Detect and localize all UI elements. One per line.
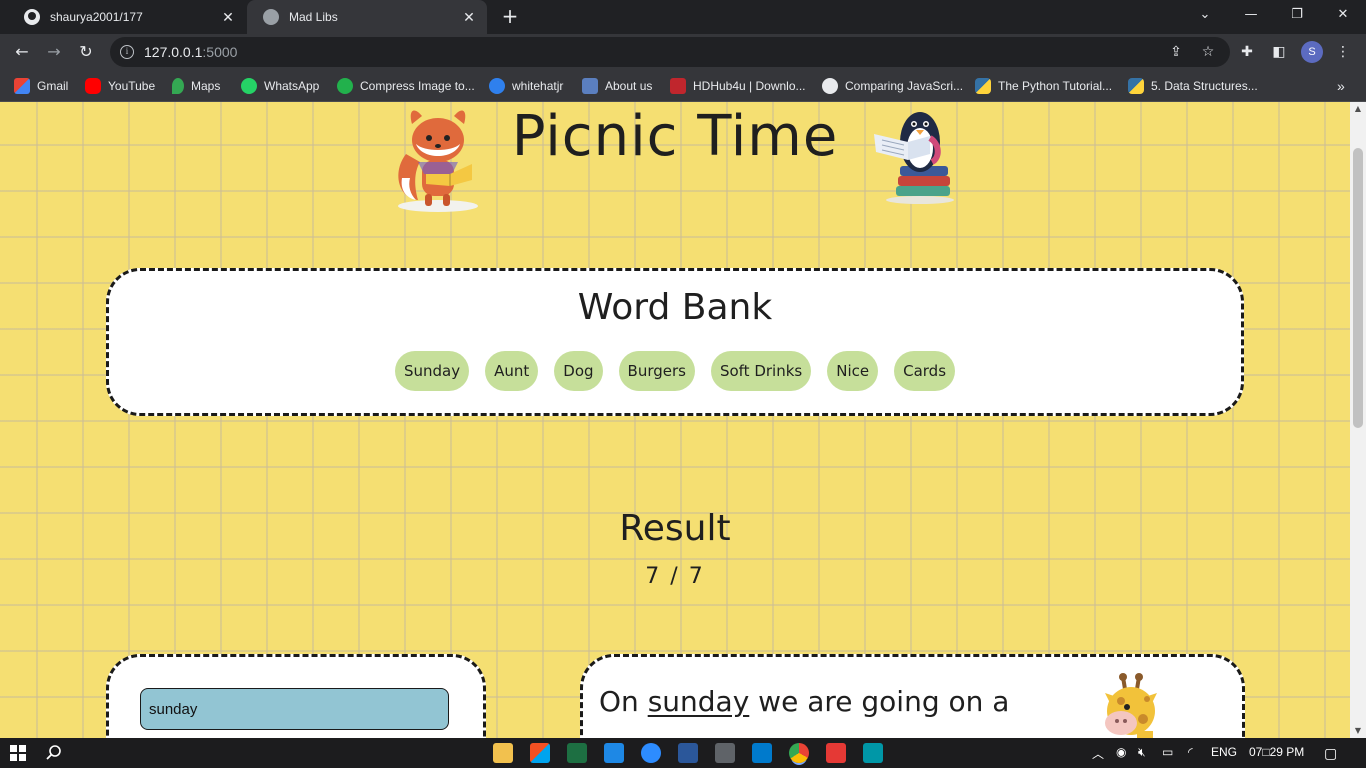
zoom-icon[interactable]	[641, 743, 661, 763]
word-chip: Aunt	[485, 351, 539, 391]
extensions-icon[interactable]: ✚	[1237, 42, 1257, 62]
globe-icon	[822, 78, 838, 94]
tray-chevron-icon[interactable]: ︿	[1092, 745, 1104, 762]
page-scrollbar[interactable]: ▲ ▼	[1350, 102, 1366, 738]
check-icon	[337, 78, 353, 94]
result-score: 7 / 7	[645, 564, 705, 589]
windows-start-icon[interactable]	[10, 745, 26, 761]
penguin-reading-illustration	[874, 112, 954, 204]
bookmark-maps[interactable]: Maps	[172, 76, 220, 96]
word-icon[interactable]	[678, 743, 698, 763]
python-icon	[975, 78, 991, 94]
bookmark-about-us[interactable]: About us	[582, 76, 652, 96]
result-heading: Result	[619, 508, 731, 549]
maps-pin-icon	[172, 78, 184, 94]
tab-strip: shaurya2001/177 ✕ Mad Libs ✕ + ⌄ — ❐ ✕	[0, 0, 1366, 34]
profile-avatar[interactable]: S	[1301, 41, 1323, 63]
word-chip: Nice	[827, 351, 879, 391]
site-info-icon[interactable]: i	[120, 45, 134, 59]
side-panel-icon[interactable]: ◧	[1269, 42, 1289, 62]
bookmark-comparing-javascript[interactable]: Comparing JavaScri...	[822, 76, 963, 96]
excel-icon[interactable]	[567, 743, 587, 763]
site-icon	[582, 78, 598, 94]
word-chip: Burgers	[618, 351, 695, 391]
wifi-icon[interactable]: ◜	[1188, 745, 1193, 759]
tab-github[interactable]: shaurya2001/177 ✕	[8, 0, 246, 34]
restore-icon[interactable]: ❐	[1274, 0, 1320, 30]
vscode-icon[interactable]	[752, 743, 772, 763]
menu-icon[interactable]: ⋮	[1333, 42, 1353, 62]
remote-app-icon[interactable]	[863, 743, 883, 763]
meet-now-icon[interactable]: ◉	[1116, 745, 1126, 759]
browser-toolbar: ← → ↻ i 127.0.0.1:5000 ⇪ ☆ ✚ ◧ ⋮	[0, 34, 1366, 70]
share-icon[interactable]: ⇪	[1166, 42, 1186, 62]
store-icon[interactable]	[530, 743, 550, 763]
tab-mad-libs[interactable]: Mad Libs ✕	[247, 0, 487, 34]
url-text: 127.0.0.1:5000	[144, 44, 238, 60]
scroll-up-icon[interactable]: ▲	[1350, 102, 1366, 116]
bookmark-youtube[interactable]: YouTube	[85, 76, 155, 96]
word-chip: Dog	[554, 351, 603, 391]
forward-icon[interactable]: →	[42, 40, 66, 64]
back-icon[interactable]: ←	[10, 40, 34, 64]
gmail-icon	[14, 78, 30, 94]
word-inputs-card: sunday	[106, 654, 486, 738]
word-bank-heading: Word Bank	[577, 287, 773, 328]
word-input[interactable]: sunday	[140, 688, 449, 730]
windows-taskbar: ︿ ◉ 🔇︎ ▭ ◜ ENG 07□29 PM ▢	[0, 738, 1366, 768]
minimize-icon[interactable]: —	[1228, 0, 1274, 30]
bookmark-data-structures[interactable]: 5. Data Structures...	[1128, 76, 1258, 96]
bookmarks-bar: Gmail YouTube Maps WhatsApp Compress Ima…	[0, 70, 1366, 102]
story-card: On sunday we are going on a	[580, 654, 1245, 738]
volume-muted-icon[interactable]: 🔇︎	[1138, 745, 1146, 760]
file-explorer-icon[interactable]	[493, 743, 513, 763]
language-indicator[interactable]: ENG	[1211, 745, 1237, 759]
bookmark-star-icon[interactable]: ☆	[1198, 42, 1218, 62]
giraffe-illustration	[1105, 673, 1157, 738]
battery-icon[interactable]: ▭	[1162, 745, 1173, 759]
bookmark-python-tutorial[interactable]: The Python Tutorial...	[975, 76, 1112, 96]
close-tab-icon[interactable]: ✕	[461, 9, 477, 26]
close-tab-icon[interactable]: ✕	[220, 9, 236, 26]
python-icon	[1128, 78, 1144, 94]
bookmark-compress-image[interactable]: Compress Image to...	[337, 76, 475, 96]
youtube-icon	[85, 78, 101, 94]
calculator-icon[interactable]	[715, 743, 735, 763]
word-chip: Soft Drinks	[710, 351, 812, 391]
tab-search-icon[interactable]: ⌄	[1182, 0, 1228, 30]
story-text: On sunday we are going on a	[599, 685, 1010, 718]
clock[interactable]: 07□29 PM	[1249, 745, 1304, 759]
bookmark-hdhub4u[interactable]: HDHub4u | Downlo...	[670, 76, 806, 96]
whatsapp-icon	[241, 78, 257, 94]
page-title: Picnic Time	[511, 104, 839, 169]
anydesk-icon[interactable]	[826, 743, 846, 763]
tab-title: shaurya2001/177	[50, 10, 143, 24]
word-chip: Sunday	[394, 351, 470, 391]
story-blank: sunday	[647, 685, 750, 718]
bookmark-gmail[interactable]: Gmail	[14, 76, 68, 96]
scrollbar-thumb[interactable]	[1353, 148, 1363, 428]
new-tab-button[interactable]: +	[498, 4, 522, 28]
github-icon	[24, 9, 40, 25]
page-viewport: Picnic Time Word Bank Sunday Aunt Dog Bu…	[0, 102, 1350, 738]
word-bank-list: Sunday Aunt Dog Burgers Soft Drinks Nice…	[109, 351, 1241, 391]
hdhub-icon	[670, 78, 686, 94]
reload-icon[interactable]: ↻	[74, 40, 98, 64]
bookmark-whitehatjr[interactable]: whitehatjr	[489, 76, 563, 96]
scroll-down-icon[interactable]: ▼	[1350, 724, 1366, 738]
whitehatjr-icon	[489, 78, 505, 94]
tab-title: Mad Libs	[289, 10, 338, 24]
chrome-icon[interactable]	[789, 743, 809, 763]
bookmark-whatsapp[interactable]: WhatsApp	[241, 76, 319, 96]
search-icon[interactable]	[46, 745, 62, 761]
address-bar[interactable]: i 127.0.0.1:5000	[110, 37, 1230, 67]
globe-icon	[263, 9, 279, 25]
word-chip: Cards	[894, 351, 956, 391]
mail-icon[interactable]	[604, 743, 624, 763]
notifications-icon[interactable]: ▢	[1324, 745, 1337, 762]
close-window-icon[interactable]: ✕	[1320, 0, 1366, 30]
bookmarks-overflow-button[interactable]: »	[1337, 76, 1345, 96]
word-bank-card: Word Bank Sunday Aunt Dog Burgers Soft D…	[106, 268, 1244, 416]
